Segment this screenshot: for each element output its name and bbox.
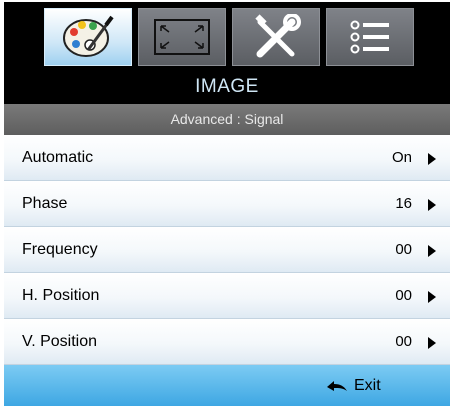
- setting-label: H. Position: [22, 287, 100, 304]
- arrow-right-icon[interactable]: [428, 337, 436, 349]
- setting-value: 00: [395, 241, 412, 258]
- arrow-right-icon[interactable]: [428, 153, 436, 165]
- setting-value: 16: [395, 195, 412, 212]
- back-arrow-icon: [327, 380, 347, 391]
- menu-list-icon: [350, 20, 389, 54]
- exit-button[interactable]: Exit: [326, 365, 381, 406]
- tools-icon: [255, 14, 301, 58]
- tab-bar: [4, 2, 450, 70]
- setting-row-phase[interactable]: Phase 16: [4, 181, 450, 227]
- setting-value: 00: [395, 287, 412, 304]
- setting-row-v-position[interactable]: V. Position 00: [4, 319, 450, 365]
- arrow-right-icon[interactable]: [428, 245, 436, 257]
- setting-label: Frequency: [22, 241, 98, 258]
- setting-label: V. Position: [22, 333, 98, 350]
- palette-icon: [63, 15, 114, 57]
- setting-row-automatic[interactable]: Automatic On: [4, 135, 450, 181]
- setting-value: On: [391, 149, 412, 166]
- setting-label: Phase: [22, 195, 68, 212]
- menu-footer: Exit: [4, 365, 450, 406]
- arrow-right-icon[interactable]: [428, 291, 436, 303]
- setting-row-frequency[interactable]: Frequency 00: [4, 227, 450, 273]
- screen-frame-icon: [154, 19, 210, 55]
- menu-title: IMAGE: [4, 70, 450, 104]
- tab-setup[interactable]: [232, 8, 320, 66]
- menu-subtitle: Advanced : Signal: [4, 104, 450, 135]
- arrow-right-icon[interactable]: [428, 199, 436, 211]
- tab-display[interactable]: [138, 8, 226, 66]
- setting-label: Automatic: [22, 149, 94, 166]
- osd-menu: IMAGE Advanced : Signal Automatic On Pha…: [4, 2, 450, 406]
- tab-options[interactable]: [326, 8, 414, 66]
- setting-row-h-position[interactable]: H. Position 00: [4, 273, 450, 319]
- exit-label: Exit: [354, 376, 381, 394]
- settings-list: Automatic On Phase 16 Frequency 00 H. Po…: [4, 135, 450, 365]
- tab-image[interactable]: [44, 8, 132, 66]
- setting-value: 00: [395, 333, 412, 350]
